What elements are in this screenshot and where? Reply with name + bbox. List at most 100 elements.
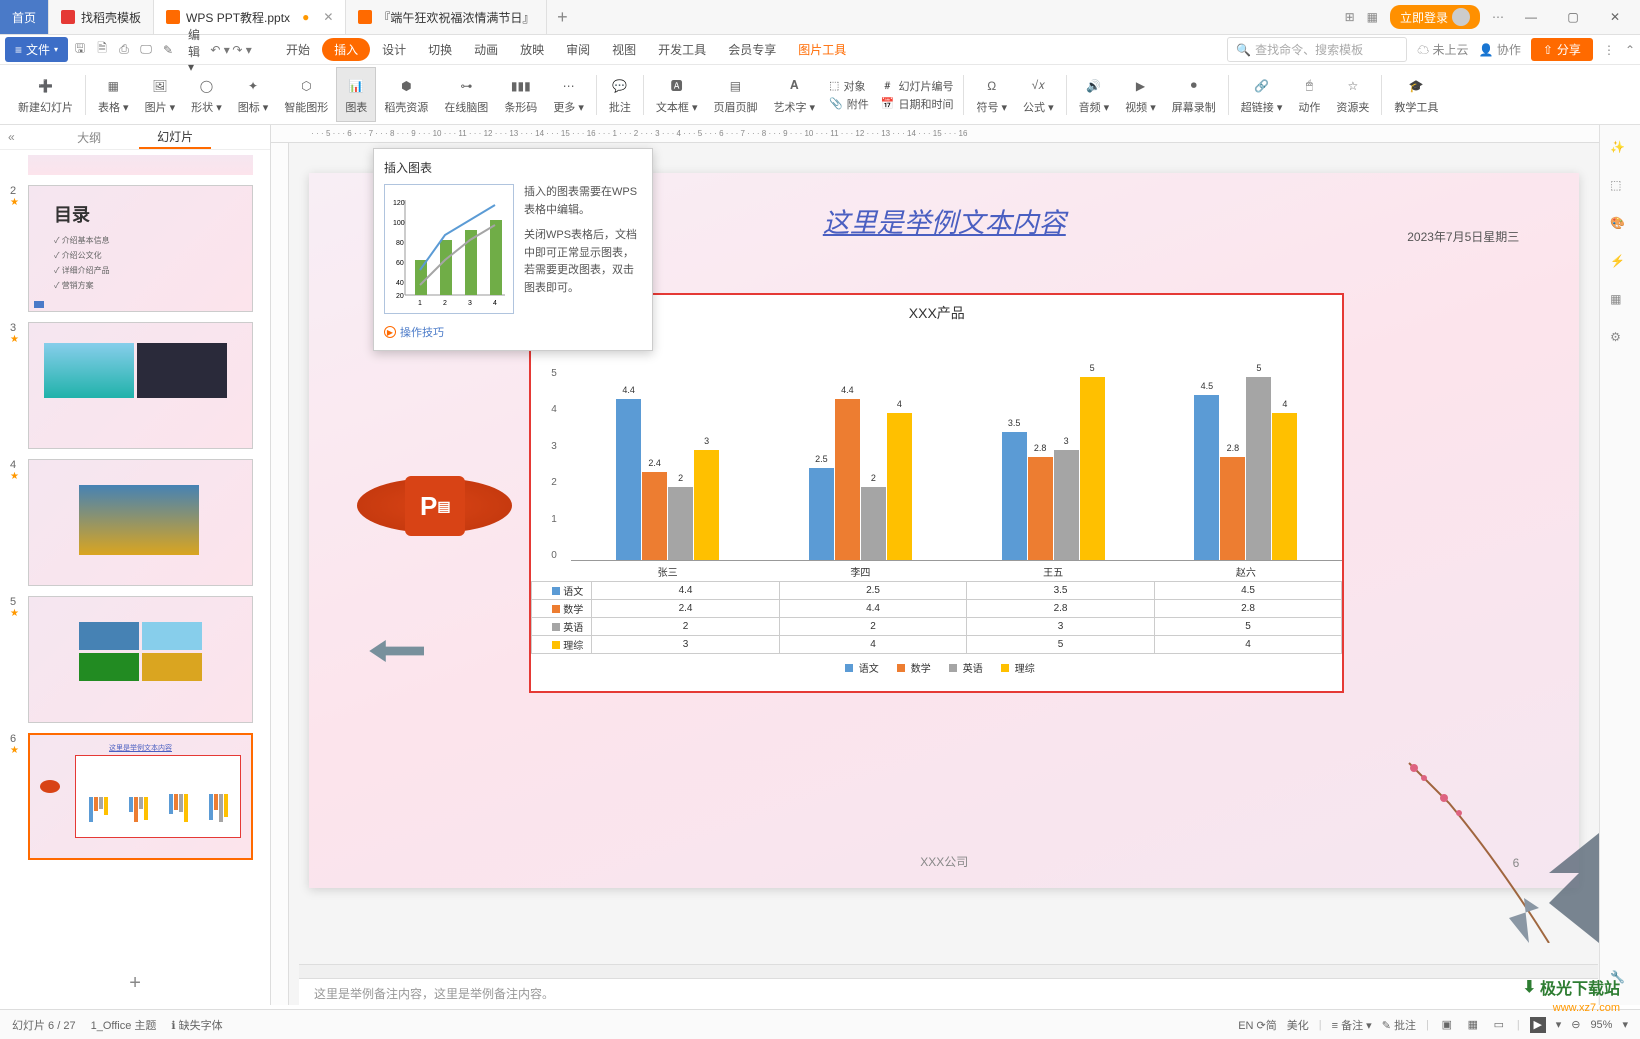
beautify-button[interactable]: 美化 (1287, 1017, 1309, 1033)
scan-icon[interactable]: ⊞ (1345, 10, 1355, 24)
view-sorter-icon[interactable]: ▦ (1465, 1017, 1481, 1033)
menu-animation[interactable]: 动画 (464, 41, 508, 58)
print-icon[interactable]: ⎙ (114, 40, 134, 60)
slide-thumb-2[interactable]: 目录 ✓ 介绍基本信息 ✓ 介绍公文化 ✓ 详细介绍产品 ✓ 营销方案 (28, 185, 253, 312)
help-icon[interactable]: ⋯ (1492, 10, 1504, 24)
edit-label[interactable]: 编辑 ▾ (188, 40, 208, 60)
slide-thumb-3[interactable] (28, 322, 253, 449)
ribbon-hyperlink[interactable]: 🔗超链接 ▾ (1233, 67, 1291, 122)
notes-pane[interactable]: 这里是举例备注内容，这里是举例备注内容。 (299, 978, 1598, 1008)
ribbon-smartart[interactable]: ⬡智能图形 (276, 67, 336, 122)
ppt-logo-graphic[interactable]: P ▤ (357, 458, 512, 553)
collapse-ribbon-icon[interactable]: ⌃ (1625, 43, 1635, 57)
slide-thumb-4[interactable] (28, 459, 253, 586)
share-button[interactable]: ⇧ 分享 (1531, 38, 1593, 61)
ribbon-comment[interactable]: 💬批注 (601, 67, 639, 122)
missing-font[interactable]: ℹ 缺失字体 (171, 1017, 222, 1033)
close-button[interactable]: ✕ (1600, 10, 1630, 24)
minimize-button[interactable]: — (1516, 10, 1546, 24)
ribbon-textbox[interactable]: 🅰文本框 ▾ (648, 67, 706, 122)
menu-view[interactable]: 视图 (602, 41, 646, 58)
ribbon-shape[interactable]: ◯形状 ▾ (183, 67, 230, 122)
slide-counter[interactable]: 幻灯片 6 / 27 (12, 1017, 76, 1033)
outline-tab[interactable]: 大纲 (59, 127, 119, 148)
ribbon-object[interactable]: ⬚对象 (829, 78, 869, 94)
tab-home[interactable]: 首页 (0, 0, 49, 34)
ribbon-table[interactable]: ▦表格 ▾ (90, 67, 137, 122)
undo-icon[interactable]: ↶ ▾ (210, 40, 230, 60)
ribbon-equation[interactable]: √𝑥公式 ▾ (1015, 67, 1062, 122)
ribbon-mindmap[interactable]: ⊶在线脑图 (436, 67, 496, 122)
menu-slideshow[interactable]: 放映 (510, 41, 554, 58)
ribbon-iconlib[interactable]: ✦图标 ▾ (230, 67, 277, 122)
slide-thumb-5[interactable] (28, 596, 253, 723)
lang-indicator[interactable]: EN ⟳简 (1238, 1017, 1277, 1033)
chart-object[interactable]: XXX产品 0123456 4.42.4232.54.4243.52.8354.… (529, 293, 1344, 693)
zoom-out[interactable]: ⊖ (1571, 1018, 1580, 1031)
ribbon-slide-number[interactable]: #️幻灯片编号 (881, 78, 954, 94)
zoom-level[interactable]: 95% (1590, 1019, 1612, 1031)
theme-info[interactable]: 1_Office 主题 (91, 1017, 157, 1033)
redo-icon[interactable]: ↷ ▾ (232, 40, 252, 60)
login-button[interactable]: 立即登录 (1390, 5, 1480, 29)
ribbon-more[interactable]: ⋯更多 ▾ (545, 67, 592, 122)
slide-title[interactable]: 这里是举例文本内容 (823, 201, 1066, 240)
preview-icon[interactable]: 🖵 (136, 40, 156, 60)
cooperation-button[interactable]: 👤 协作 (1479, 41, 1521, 58)
slideshow-dropdown[interactable]: ▾ (1556, 1018, 1562, 1031)
collapse-panel-icon[interactable]: « (8, 130, 15, 144)
slide-thumb-1[interactable] (28, 155, 253, 175)
style-icon[interactable]: 🎨 (1610, 216, 1630, 236)
apps-icon[interactable]: ▦ (1367, 10, 1378, 24)
ribbon-audio[interactable]: 🔊音频 ▾ (1071, 67, 1118, 122)
slide-thumb-6[interactable]: 这里是举例文本内容 (28, 733, 253, 860)
menu-insert[interactable]: 插入 (322, 38, 370, 61)
new-tab-button[interactable]: + (547, 7, 577, 28)
notes-toggle[interactable]: ≡ 备注 ▾ (1332, 1017, 1372, 1033)
thumbnails-list[interactable]: 2★ 目录 ✓ 介绍基本信息 ✓ 介绍公文化 ✓ 详细介绍产品 ✓ 营销方案 3… (0, 150, 270, 962)
save-icon[interactable]: 🖫 (70, 40, 90, 60)
menu-design[interactable]: 设计 (372, 41, 416, 58)
ribbon-headerfooter[interactable]: ▤页眉页脚 (705, 67, 765, 122)
ribbon-symbol[interactable]: Ω符号 ▾ (968, 67, 1015, 122)
animation-icon[interactable]: ⚡ (1610, 254, 1630, 274)
file-menu[interactable]: ≡ 文件 ▾ (5, 37, 68, 62)
magic-icon[interactable]: ✨ (1610, 140, 1630, 160)
tab-template[interactable]: 找稻壳模板 (49, 0, 154, 34)
ribbon-record[interactable]: ⏺屏幕录制 (1164, 67, 1224, 122)
add-slide-button[interactable]: + (0, 962, 270, 1005)
comments-toggle[interactable]: ✎ 批注 (1382, 1017, 1416, 1033)
horizontal-scrollbar[interactable] (299, 964, 1598, 978)
ribbon-resources[interactable]: ⬢稻壳资源 (376, 67, 436, 122)
layers-icon[interactable]: ▦ (1610, 292, 1630, 312)
slideshow-button[interactable]: ▶ (1530, 1017, 1546, 1033)
ribbon-teaching[interactable]: 🎓教学工具 (1386, 67, 1446, 122)
search-input[interactable]: 🔍 查找命令、搜索模板 (1227, 37, 1407, 62)
ribbon-assets[interactable]: ☆资源夹 (1328, 67, 1377, 122)
ribbon-image[interactable]: 🖼图片 ▾ (137, 67, 184, 122)
tooltip-tips-link[interactable]: ▶操作技巧 (384, 324, 642, 340)
slides-tab[interactable]: 幻灯片 (139, 126, 211, 149)
formatbrush-icon[interactable]: ✎ (158, 40, 178, 60)
menu-imagetools[interactable]: 图片工具 (788, 41, 856, 58)
maximize-button[interactable]: ▢ (1558, 10, 1588, 24)
cloud-status[interactable]: ☁ 未上云 (1417, 41, 1468, 58)
tab-other-file[interactable]: 『端午狂欢祝福浓情满节日』 (346, 0, 547, 34)
ribbon-barcode[interactable]: ▮▮▮条形码 (496, 67, 545, 122)
ribbon-attachment[interactable]: 📎附件 (829, 96, 869, 112)
ribbon-video[interactable]: ▶视频 ▾ (1117, 67, 1164, 122)
ribbon-datetime[interactable]: 📅日期和时间 (881, 96, 954, 112)
saveas-icon[interactable]: 🗎 (92, 40, 112, 60)
ribbon-wordart[interactable]: 𝐀艺术字 ▾ (765, 67, 823, 122)
menu-vip[interactable]: 会员专享 (718, 41, 786, 58)
close-icon[interactable]: ✕ (323, 10, 333, 24)
settings-icon[interactable]: ⚙ (1610, 330, 1630, 350)
menu-review[interactable]: 审阅 (556, 41, 600, 58)
template-icon[interactable]: ⬚ (1610, 178, 1630, 198)
zoom-dropdown[interactable]: ▾ (1622, 1018, 1628, 1031)
menu-transition[interactable]: 切换 (418, 41, 462, 58)
tab-current-file[interactable]: WPS PPT教程.pptx●✕ (154, 0, 346, 34)
menu-devtools[interactable]: 开发工具 (648, 41, 716, 58)
menu-start[interactable]: 开始 (276, 41, 320, 58)
view-normal-icon[interactable]: ▣ (1439, 1017, 1455, 1033)
